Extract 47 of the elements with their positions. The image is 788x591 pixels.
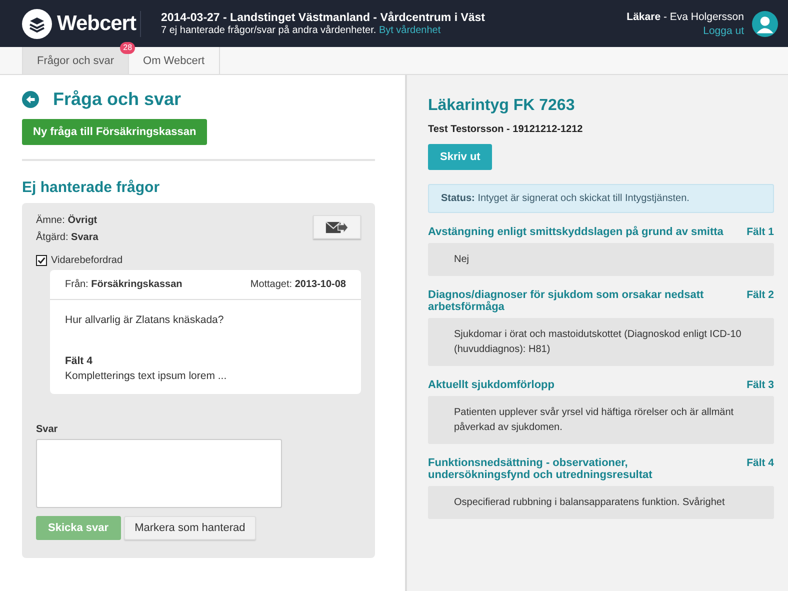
- notice-text: 7 ej hanterade frågor/svar på andra vårdenheter.: [161, 24, 376, 36]
- status-label: Status:: [441, 193, 475, 204]
- field-label: Fält 4: [65, 355, 94, 367]
- unit-title: 2014-03-27 - Landstinget Västmanland - Vårdcentrum i Väst: [161, 12, 486, 24]
- field-value: Nej: [454, 254, 470, 265]
- forward-button[interactable]: [313, 215, 361, 239]
- field-number: Fält 3: [746, 379, 774, 391]
- action-value: Svara: [71, 232, 98, 243]
- back-icon[interactable]: [22, 91, 39, 108]
- received-label: Mottaget:: [250, 279, 292, 290]
- from-value: Försäkringskassan: [91, 279, 182, 290]
- answer-field[interactable]: [36, 439, 282, 508]
- certificate-title: Läkarintyg FK 7263: [428, 97, 575, 115]
- field-heading: Aktuellt sjukdomförlopp: [428, 379, 554, 391]
- field-number: Fält 4: [746, 457, 774, 469]
- logout-link[interactable]: Logga ut: [626, 24, 744, 36]
- field-number: Fält 2: [746, 289, 774, 301]
- field-heading: Diagnos/diagnoser för sjukdom som orsakar nedsatt arbetsförmåga: [428, 289, 705, 313]
- field-value: Ospecifierad rubbning i balansapparatens funktion. Svårighet: [454, 497, 725, 508]
- received-date: 2013-10-08: [294, 279, 346, 290]
- status-text: Intyget är signerat och skickat till Intygstjänsten.: [478, 193, 690, 204]
- avatar-icon: [752, 10, 778, 36]
- answer-label: Svar: [36, 424, 59, 435]
- field-value: Patienten upplever svår yrsel vid häftiga rörelser och är allmänt påverkad av sjukdomen.: [454, 407, 734, 433]
- subject-value: Övrigt: [68, 215, 98, 226]
- subject-label: Ämne:: [36, 215, 65, 226]
- field-heading: Funktionsnedsättning - observationer, undersökningsfynd och utredningsresultat: [428, 457, 654, 481]
- field-text: Kompletterings text ipsum lorem ...: [65, 370, 228, 382]
- stack-icon: [22, 8, 52, 38]
- mail-forward-icon: [325, 220, 349, 234]
- logo-text: Webcert: [57, 12, 136, 36]
- checkbox-label: Vidarebefordrad: [51, 255, 123, 266]
- new-question-button[interactable]: Ny fråga till Försäkringskassan: [22, 119, 208, 145]
- field-value: Sjukdomar i örat och mastoidutskottet (Diagnoskod enligt ICD-10 (huvuddiagnos): H81): [454, 329, 742, 355]
- action-label: Åtgärd:: [36, 232, 68, 243]
- page-title: Fråga och svar: [53, 89, 182, 110]
- user-name: - Eva Holgersson: [663, 10, 744, 22]
- switch-unit-link[interactable]: Byt vårdenhet: [378, 24, 441, 36]
- section-title: Ej hanterade frågor: [22, 179, 161, 196]
- patient-name: Test Testorsson - 19121212-1212: [428, 124, 583, 135]
- field-heading: Avstängning enligt smittskyddslagen på grund av smitta: [428, 226, 724, 238]
- from-label: Från:: [65, 279, 88, 290]
- field-number: Fält 1: [746, 226, 774, 238]
- question-text: Hur allvarlig är Zlatans knäskada?: [65, 314, 225, 326]
- mark-handled-button[interactable]: Markera som hanterad: [124, 516, 256, 540]
- user-role: Läkare: [626, 10, 661, 22]
- checkbox[interactable]: [36, 255, 47, 266]
